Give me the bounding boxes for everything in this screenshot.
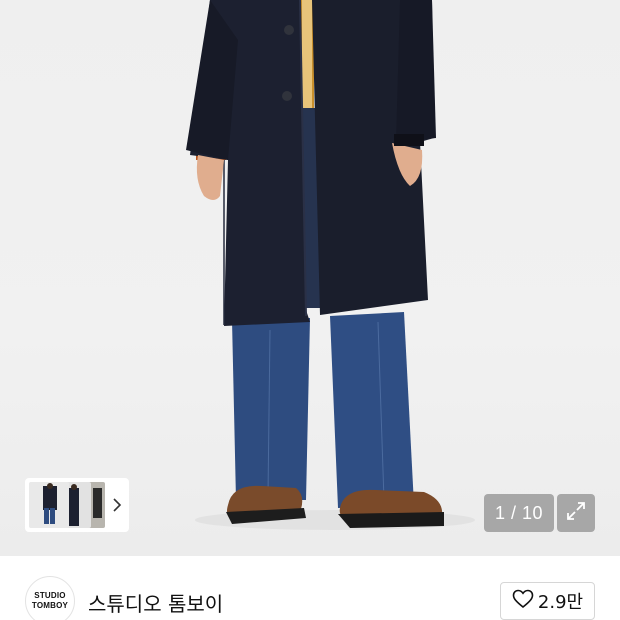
brand-logo[interactable]: STUDIO TOMBOY [25, 576, 75, 620]
brand-logo-line-1: STUDIO [34, 591, 66, 600]
brand-name-link[interactable]: 스튜디오 톰보이 [88, 588, 223, 617]
brand-logo-line-2: TOMBOY [31, 601, 69, 610]
thumbnail-strip[interactable] [25, 478, 129, 532]
like-button[interactable]: 2.9만 [500, 582, 595, 620]
thumbnail-1[interactable] [29, 482, 69, 528]
heart-icon [512, 589, 534, 613]
like-count: 2.9만 [537, 592, 584, 613]
product-image-gallery[interactable]: 1 / 10 [0, 0, 620, 556]
expand-button[interactable] [557, 494, 595, 532]
chevron-right-icon[interactable] [111, 495, 123, 515]
expand-icon [565, 500, 587, 526]
image-counter: 1 / 10 [484, 494, 554, 532]
brand-bar: STUDIO TOMBOY 스튜디오 톰보이 2.9만 [0, 556, 620, 620]
product-photo [186, 0, 475, 530]
thumbnail-stack [29, 482, 105, 528]
